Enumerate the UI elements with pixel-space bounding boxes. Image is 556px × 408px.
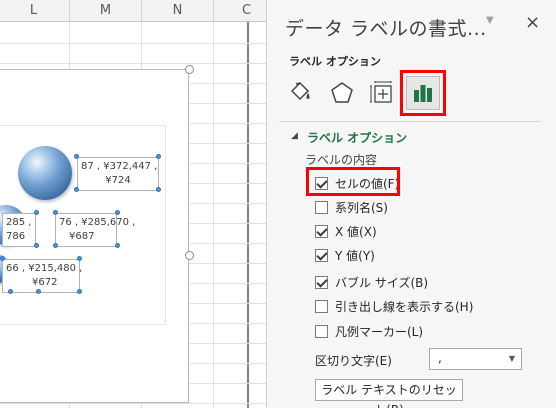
column-header-m[interactable]: M bbox=[70, 0, 142, 22]
option-legend-key[interactable]: 凡例マーカー(L) bbox=[315, 322, 423, 340]
option-x-value[interactable]: X 値(X) bbox=[315, 222, 377, 240]
data-label-line: 76 , ¥285,670 , bbox=[59, 217, 136, 228]
gridline bbox=[0, 63, 266, 64]
column-header-n[interactable]: N bbox=[142, 0, 214, 22]
label-selection-handle[interactable] bbox=[77, 289, 82, 294]
data-label-line: 786 bbox=[6, 231, 26, 242]
reset-label-text-button[interactable]: ラベル テキストのリセット(R) bbox=[315, 379, 463, 408]
data-label[interactable]: 66 , ¥215,480 , ¥672 bbox=[2, 259, 83, 293]
section-header[interactable]: ラベル オプション bbox=[289, 53, 381, 69]
data-label[interactable]: 285 , 786 bbox=[2, 213, 36, 247]
option-y-value[interactable]: Y 値(Y) bbox=[315, 246, 375, 264]
chart-resize-handle-top-right[interactable] bbox=[185, 65, 194, 74]
column-header-label: M bbox=[99, 3, 112, 18]
column-header-o[interactable]: C bbox=[214, 0, 266, 22]
group-title[interactable]: ラベル オプション bbox=[307, 129, 407, 146]
label-selection-handle[interactable] bbox=[34, 243, 39, 248]
label-selection-handle[interactable] bbox=[36, 289, 41, 294]
divider bbox=[279, 121, 541, 122]
column-header-label: N bbox=[172, 3, 183, 18]
label-selection-handle[interactable] bbox=[0, 256, 5, 261]
sheet-edge bbox=[247, 22, 249, 408]
checkbox[interactable] bbox=[315, 248, 328, 262]
column-header-label: C bbox=[242, 3, 252, 18]
chart-resize-handle-right[interactable] bbox=[185, 251, 194, 260]
bubble-point[interactable] bbox=[18, 146, 72, 200]
option-bubble-size[interactable]: バブル サイズ(B) bbox=[315, 273, 428, 291]
option-label: 凡例マーカー(L) bbox=[335, 324, 424, 339]
option-label: X 値(X) bbox=[335, 224, 377, 239]
option-series-name[interactable]: 系列名(S) bbox=[315, 198, 388, 216]
tab-highlight-box bbox=[400, 70, 446, 116]
data-label-line: ¥724 bbox=[105, 175, 131, 186]
data-label-line: 66 , ¥215,480 , bbox=[6, 263, 83, 274]
worksheet[interactable]: L M N C 87 , ¥372,447 , ¥724 76 , ¥285,6… bbox=[0, 0, 266, 408]
option-highlight-box bbox=[306, 167, 400, 196]
label-selection-handle[interactable] bbox=[115, 210, 120, 215]
size-properties-icon-glyph bbox=[370, 81, 392, 103]
label-selection-handle[interactable] bbox=[74, 187, 79, 192]
data-label-line: 285 , bbox=[6, 217, 32, 228]
pane-options-dropdown[interactable]: ▼ bbox=[486, 15, 494, 26]
checkbox[interactable] bbox=[315, 200, 328, 214]
option-label: 引き出し線を表示する(H) bbox=[335, 299, 474, 314]
gridline bbox=[0, 43, 266, 44]
separator-select[interactable]: , ▼ bbox=[429, 348, 522, 370]
column-header-label: L bbox=[29, 3, 38, 18]
label-selection-handle[interactable] bbox=[8, 289, 13, 294]
label-selection-handle[interactable] bbox=[156, 187, 161, 192]
option-label: Y 値(Y) bbox=[335, 248, 375, 263]
column-header-l[interactable]: L bbox=[0, 0, 70, 22]
label-selection-handle[interactable] bbox=[77, 256, 82, 261]
effects-icon[interactable] bbox=[327, 78, 357, 108]
gridline bbox=[213, 22, 214, 408]
pentagon-icon bbox=[331, 82, 353, 103]
option-label: バブル サイズ(B) bbox=[335, 275, 429, 290]
checkbox[interactable] bbox=[315, 299, 328, 313]
checkbox[interactable] bbox=[315, 224, 328, 238]
pane-title: データ ラベルの書式... bbox=[285, 18, 487, 40]
label-selection-handle[interactable] bbox=[53, 243, 58, 248]
label-selection-handle[interactable] bbox=[74, 154, 79, 159]
label-selection-handle[interactable] bbox=[34, 210, 39, 215]
option-label: 系列名(S) bbox=[335, 200, 388, 215]
data-label-line: ¥672 bbox=[32, 277, 58, 288]
checkbox[interactable] bbox=[315, 275, 328, 289]
option-leader-lines[interactable]: 引き出し線を表示する(H) bbox=[315, 297, 473, 315]
label-selection-handle[interactable] bbox=[156, 154, 161, 159]
label-contents-heading: ラベルの内容 bbox=[305, 153, 378, 167]
separator-value: , bbox=[438, 351, 442, 365]
data-label-line: 87 , ¥372,447 , bbox=[81, 161, 158, 172]
close-button[interactable]: × bbox=[525, 12, 540, 33]
separator-label: 区切り文字(E) bbox=[315, 354, 392, 368]
paint-bucket-icon bbox=[290, 81, 310, 101]
size-properties-icon[interactable] bbox=[367, 78, 397, 108]
data-label[interactable]: 87 , ¥372,447 , ¥724 bbox=[77, 157, 159, 191]
collapse-triangle-icon[interactable]: ◢ bbox=[291, 131, 298, 141]
label-selection-handle[interactable] bbox=[115, 243, 120, 248]
checkbox[interactable] bbox=[315, 324, 328, 338]
data-label[interactable]: 76 , ¥285,670 , ¥687 bbox=[55, 213, 136, 247]
gridline bbox=[0, 403, 266, 404]
fill-line-icon[interactable] bbox=[285, 78, 315, 108]
label-selection-handle[interactable] bbox=[53, 210, 58, 215]
chevron-down-icon: ▼ bbox=[508, 354, 515, 363]
format-data-labels-pane: データ ラベルの書式... ▼ × ラベル オプション ◢ ラベル オプション bbox=[266, 0, 556, 408]
data-label-line: ¥687 bbox=[69, 231, 95, 242]
